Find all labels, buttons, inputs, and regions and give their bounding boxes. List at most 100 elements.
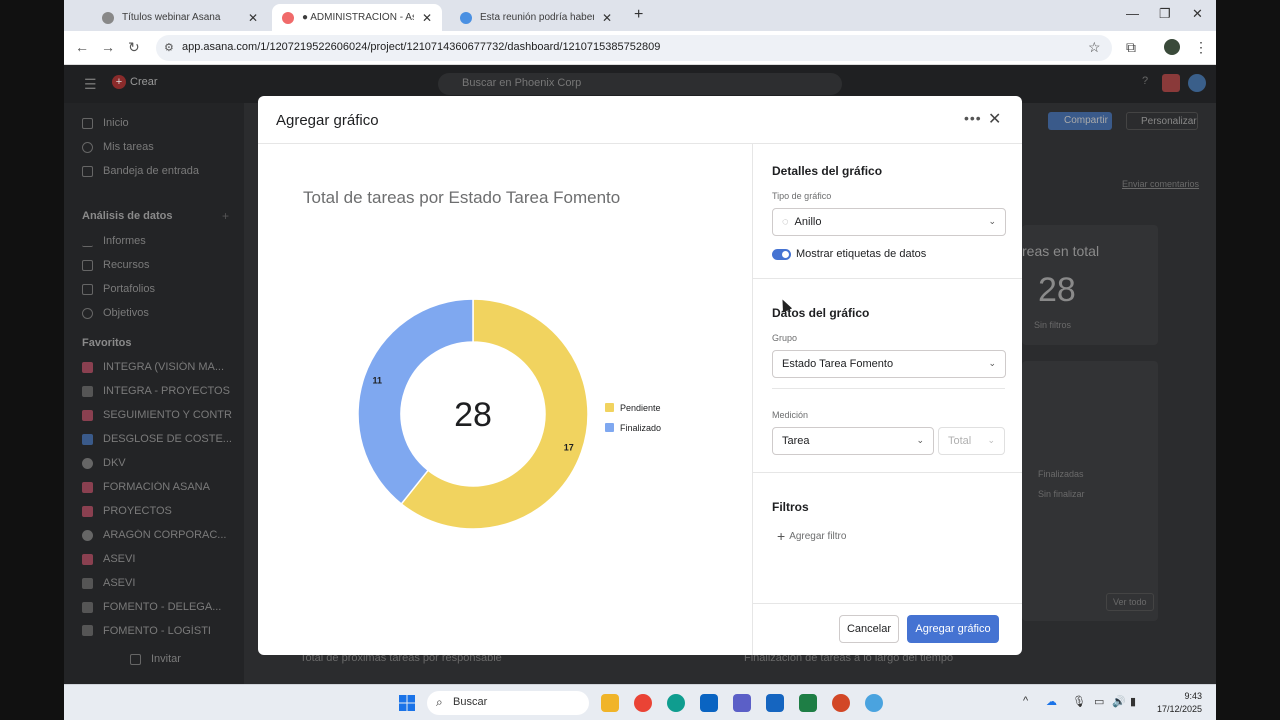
sidebar-item-reports[interactable]: Informes [82, 235, 232, 247]
legend-swatch [605, 423, 614, 432]
sidebar-favorite[interactable]: ARAGÓN CORPORAC... [82, 529, 232, 541]
close-window-icon[interactable]: ✕ [1192, 6, 1203, 22]
project-icon [82, 481, 93, 493]
aggregation-select[interactable]: Total ⌄ [938, 427, 1005, 455]
legend-notdone: Sin finalizar [1038, 489, 1085, 499]
feedback-link[interactable]: Enviar comentarios [1122, 179, 1199, 189]
snowflake-app-icon[interactable] [865, 694, 883, 712]
help-icon[interactable]: ? [1142, 75, 1148, 87]
hamburger-icon[interactable]: ☰ [84, 76, 97, 93]
close-tab-icon[interactable]: ✕ [248, 11, 258, 25]
sidebar-item-goals[interactable]: Objetivos [82, 307, 232, 319]
donut-data-label: 11 [372, 375, 382, 385]
onedrive-icon[interactable]: ☁ [1046, 695, 1057, 708]
edge-icon[interactable] [667, 694, 685, 712]
sidebar-item-home[interactable]: Inicio [82, 117, 232, 129]
close-tab-icon[interactable]: ✕ [602, 11, 612, 25]
sidebar-favorite[interactable]: PROYECTOS [82, 505, 232, 517]
microphone-icon[interactable]: 🎙 [1072, 695, 1086, 708]
reload-icon[interactable]: ↻ [128, 39, 140, 56]
user-avatar[interactable] [1188, 74, 1206, 92]
outlook-icon[interactable] [700, 694, 718, 712]
customize-button[interactable]: Personalizar [1126, 112, 1198, 130]
url-field[interactable]: ⚙ app.asana.com/1/1207219522606024/proje… [156, 35, 1112, 61]
sidebar-favorite[interactable]: DKV [82, 457, 232, 469]
chevron-down-icon: ⌄ [987, 435, 995, 445]
system-clock[interactable]: 9:43 17/12/2025 [1154, 690, 1202, 716]
asana-icon [282, 11, 294, 24]
back-icon[interactable]: ← [75, 39, 89, 55]
chart-title: Total de tareas por Estado Tarea Fomento [303, 188, 621, 207]
bookmark-star-icon[interactable]: ☆ [1088, 39, 1101, 56]
sidebar-item-my-tasks[interactable]: Mis tareas [82, 141, 232, 153]
sidebar-favorite[interactable]: ASEVI [82, 553, 232, 565]
legend-done: Finalizadas [1038, 469, 1084, 479]
donut-center-total: 28 [454, 396, 492, 434]
sidebar-favorite[interactable]: SEGUIMIENTO Y CONTROL [82, 409, 232, 421]
show-labels-toggle[interactable] [772, 249, 791, 260]
chevron-down-icon: ⌄ [988, 216, 996, 226]
dialog-header: Agregar gráfico ••• ✕ [258, 96, 1022, 144]
sidebar-favorite[interactable]: FOMENTO - LOGÍSTI [82, 625, 232, 636]
sidebar-item-resources[interactable]: Recursos [82, 259, 232, 271]
maximize-icon[interactable]: ❐ [1159, 6, 1171, 22]
measure-select[interactable]: Tarea ⌄ [772, 427, 934, 455]
sidebar-favorite[interactable]: DESGLOSE DE COSTE... [82, 433, 232, 445]
share-button[interactable]: Compartir [1048, 112, 1112, 130]
sidebar-favorite[interactable]: ASEVI [82, 577, 232, 589]
chrome-icon[interactable] [634, 694, 652, 712]
team-icon [82, 385, 93, 397]
dialog-title: Agregar gráfico [276, 112, 379, 129]
sidebar-favorite[interactable]: INTEGRA (VISIÓN MA... [82, 361, 232, 373]
total-card-filter: Sin filtros [1034, 320, 1072, 330]
forward-icon[interactable]: → [101, 39, 115, 55]
add-chart-button[interactable]: Agregar gráfico [907, 615, 999, 643]
group-select[interactable]: Estado Tarea Fomento ⌄ [772, 350, 1006, 378]
browser-tab-active[interactable]: ● ADMINISTRACIÓN - Asana ( ✕ [272, 4, 442, 31]
minimize-icon[interactable]: — [1126, 6, 1139, 21]
battery-icon[interactable]: ▮ [1130, 695, 1136, 708]
monitor-app-icon[interactable] [766, 694, 784, 712]
sidebar-section-analytics[interactable]: Análisis de datos [82, 210, 172, 222]
sidebar-item-inbox[interactable]: Bandeja de entrada [82, 165, 232, 177]
create-button[interactable]: + Crear [112, 75, 158, 89]
sidebar-favorite[interactable]: FORMACIÓN ASANA [82, 481, 232, 493]
new-tab-icon[interactable]: + [634, 6, 643, 24]
global-search-input[interactable]: Buscar en Phoenix Corp [438, 73, 842, 95]
browser-tab[interactable]: Esta reunión podría haber sido ✕ [450, 4, 622, 31]
sidebar-favorite[interactable]: FOMENTO - DELEGA... [82, 601, 232, 613]
add-filter-button[interactable]: + Agregar filtro [777, 528, 846, 544]
add-icon[interactable]: + [222, 209, 229, 223]
see-all-button[interactable]: Ver todo [1106, 593, 1154, 611]
sidebar-item-portfolios[interactable]: Portafolios [82, 283, 232, 295]
divider [753, 278, 1022, 279]
screen: Títulos webinar Asana ✕ ● ADMINISTRACIÓN… [64, 0, 1216, 720]
site-info-icon[interactable]: ⚙ [164, 41, 174, 54]
add-chart-dialog: Agregar gráfico ••• ✕ Total de tareas po… [258, 96, 1022, 655]
sidebar-section-favorites[interactable]: Favoritos [82, 337, 132, 349]
extensions-icon[interactable]: ⧉ [1126, 39, 1136, 56]
measure-label: Medición [772, 410, 809, 420]
teams-icon[interactable] [733, 694, 751, 712]
close-icon[interactable]: ✕ [988, 109, 1001, 129]
menu-icon[interactable]: ⋮ [1194, 39, 1208, 56]
close-tab-icon[interactable]: ✕ [422, 11, 432, 25]
browser-tab[interactable]: Títulos webinar Asana ✕ [92, 4, 268, 31]
chevron-up-icon[interactable]: ^ [1023, 695, 1028, 707]
excel-icon[interactable] [799, 694, 817, 712]
taskbar-search[interactable]: ⌕ Buscar [427, 691, 589, 715]
more-options-icon[interactable]: ••• [964, 110, 982, 126]
windows-start-icon[interactable] [399, 695, 415, 711]
cancel-button[interactable]: Cancelar [839, 615, 899, 643]
folder-icon [82, 553, 93, 565]
file-explorer-icon[interactable] [601, 694, 619, 712]
office-icon[interactable] [832, 694, 850, 712]
org-logo[interactable] [1162, 74, 1180, 92]
network-icon[interactable]: ▭ [1094, 695, 1104, 708]
sidebar-favorite[interactable]: INTEGRA - PROYECTOS [82, 385, 232, 397]
volume-icon[interactable]: 🔊 [1112, 695, 1126, 708]
team-icon [82, 577, 93, 589]
folder-icon [82, 433, 93, 445]
chart-type-select[interactable]: ◌ Anillo ⌄ [772, 208, 1006, 236]
profile-avatar[interactable] [1164, 39, 1180, 55]
